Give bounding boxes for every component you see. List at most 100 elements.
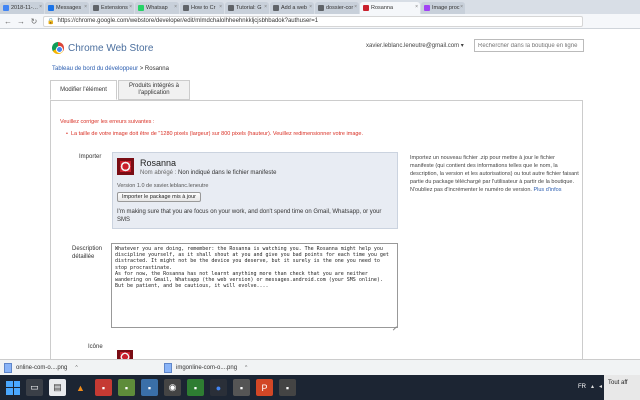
app-icon[interactable]: ▪ [118, 379, 135, 396]
close-tab-icon[interactable]: × [309, 4, 312, 10]
tab-label: Extensions [101, 5, 128, 11]
breadcrumb-separator: > [138, 66, 145, 72]
upload-package-button[interactable]: Importer le package mis à jour [117, 192, 201, 202]
network-icon[interactable]: ▴ [591, 383, 594, 390]
short-name: Nom abrégé : Non indiqué dans le fichier… [140, 170, 276, 176]
browser-toolbar: ← → ↻ 🔒 https://chrome.google.com/websto… [0, 14, 640, 29]
import-label: Importer [79, 154, 102, 160]
tab-favicon-icon [48, 5, 54, 11]
language-indicator[interactable]: FR [578, 384, 586, 390]
reload-icon[interactable]: ↻ [29, 16, 39, 26]
close-tab-icon[interactable]: × [174, 4, 177, 10]
tab-favicon-icon [424, 5, 430, 11]
browser-tab-strip: 2018-11-… × Messages × Extensions × Whatsap × Ho… [0, 0, 640, 14]
close-tab-icon[interactable]: × [39, 4, 42, 10]
volume-icon[interactable]: ◂ [599, 383, 602, 390]
download-item[interactable]: online-com-o....png ^ [0, 362, 130, 373]
browser-tab[interactable]: dossier-cor × [315, 2, 359, 14]
url-text: https://chrome.google.com/webstore/devel… [57, 18, 319, 24]
taskbar: ▭ ▤ ▲ ▪ ▪ ▪ ◉ ▪ ● ▪ P ▪ FR ▴ ◂ Tout aff [0, 375, 640, 400]
download-name: imgonline-com-o....png [176, 364, 238, 371]
extension-version: Version 1.0 de xavier.leblanc.leneutre [117, 183, 209, 189]
store-logo[interactable]: Chrome Web Store [52, 42, 153, 54]
description-label: Description détaillée [72, 246, 103, 260]
close-tab-icon[interactable]: × [264, 4, 267, 10]
system-tray: FR ▴ ◂ [578, 383, 602, 391]
tab-label: How to Cr [191, 5, 216, 11]
app-icon[interactable]: ▪ [95, 379, 112, 396]
back-icon[interactable]: ← [3, 16, 13, 26]
browser-tab[interactable]: Add a web × [270, 2, 314, 14]
textarea-resize-handle[interactable] [391, 321, 397, 327]
tab-favicon-icon [138, 5, 144, 11]
tab-favicon-icon [183, 5, 189, 11]
close-tab-icon[interactable]: × [129, 4, 132, 10]
close-tab-icon[interactable]: × [460, 4, 463, 10]
account-menu[interactable]: xavier.leblanc.leneutre@gmail.com ▾ [366, 42, 464, 49]
browser-tab[interactable]: 2018-11-… × [0, 2, 44, 14]
tab-integrated-products[interactable]: Produits intégrés à l'application [118, 80, 190, 100]
chrome-taskbar-icon[interactable]: ● [210, 379, 227, 396]
tab-label: Add a web [281, 5, 307, 11]
store-title: Chrome Web Store [68, 42, 154, 54]
tab-favicon-icon [3, 5, 9, 11]
breadcrumb-dashboard-link[interactable]: Tableau de bord du développeur [52, 66, 138, 72]
tab-label: Whatsap [146, 5, 168, 11]
chevron-up-icon[interactable]: ^ [75, 365, 77, 371]
powerpoint-icon[interactable]: P [256, 379, 273, 396]
tab-label: Tutorial: G [236, 5, 262, 11]
image-file-icon [4, 362, 12, 373]
store-search-input[interactable] [474, 39, 584, 52]
tab-favicon-icon [363, 5, 369, 11]
close-tab-icon[interactable]: × [84, 4, 87, 10]
tab-label: Messages [56, 5, 82, 11]
app-icon[interactable]: ▪ [279, 379, 296, 396]
address-bar[interactable]: 🔒 https://chrome.google.com/webstore/dev… [43, 15, 583, 27]
download-shelf: online-com-o....png ^ imgonline-com-o...… [0, 359, 640, 375]
browser-tab[interactable]: Tutorial: G × [225, 2, 269, 14]
page-tabs: Modifier l'élément Produits intégrés à l… [50, 80, 191, 100]
browser-tab[interactable]: Rosanna × [360, 2, 420, 14]
tab-label: dossier-cor [326, 5, 354, 11]
import-help-text: Importez un nouveau fichier .zip pour me… [410, 154, 580, 194]
browser-tab[interactable]: Whatsap × [135, 2, 179, 14]
short-name-key: Nom abrégé : [140, 170, 177, 176]
error-item: La taille de votre image doit être de "1… [66, 131, 363, 137]
forward-icon[interactable]: → [16, 16, 26, 26]
chrome-logo-icon [52, 42, 64, 54]
short-name-value: Non indiqué dans le fichier manifeste [178, 170, 277, 176]
notification-button[interactable]: Tout aff [604, 375, 640, 400]
task-view-icon[interactable]: ▭ [26, 379, 43, 396]
close-tab-icon[interactable]: × [354, 4, 357, 10]
tab-favicon-icon [318, 5, 324, 11]
extension-name: Rosanna [140, 158, 177, 168]
description-textarea[interactable]: Whatever you are doing, remember: the Ro… [111, 243, 398, 328]
more-info-link[interactable]: Plus d'infos [533, 187, 561, 193]
breadcrumb: Tableau de bord du développeur > Rosanna [52, 66, 169, 72]
windows-start-icon[interactable] [6, 380, 20, 395]
app-icon[interactable]: ▪ [233, 379, 250, 396]
breadcrumb-current: Rosanna [144, 66, 169, 72]
tab-favicon-icon [93, 5, 99, 11]
close-tab-icon[interactable]: × [219, 4, 222, 10]
lock-icon: 🔒 [47, 18, 55, 25]
app-icon[interactable]: ◉ [164, 379, 181, 396]
browser-tab[interactable]: How to Cr × [180, 2, 224, 14]
download-name: online-com-o....png [16, 364, 68, 371]
browser-tab[interactable]: Extensions × [90, 2, 134, 14]
extension-icon [117, 158, 134, 175]
app-icon[interactable]: ▪ [141, 379, 158, 396]
vlc-icon[interactable]: ▲ [72, 379, 89, 396]
app-icon[interactable]: ▪ [187, 379, 204, 396]
tab-edit-item[interactable]: Modifier l'élément [50, 80, 117, 100]
browser-tab[interactable]: Messages × [45, 2, 89, 14]
browser-tab[interactable]: Image proc × [421, 2, 465, 14]
download-item[interactable]: imgonline-com-o....png ^ [160, 362, 290, 373]
chevron-up-icon[interactable]: ^ [245, 365, 247, 371]
tab-label: Image proc [432, 5, 460, 11]
file-explorer-icon[interactable]: ▤ [49, 379, 66, 396]
close-tab-icon[interactable]: × [415, 4, 418, 10]
icon-label: Icône [88, 344, 103, 350]
tab-favicon-icon [228, 5, 234, 11]
tab-label: 2018-11-… [11, 5, 39, 11]
